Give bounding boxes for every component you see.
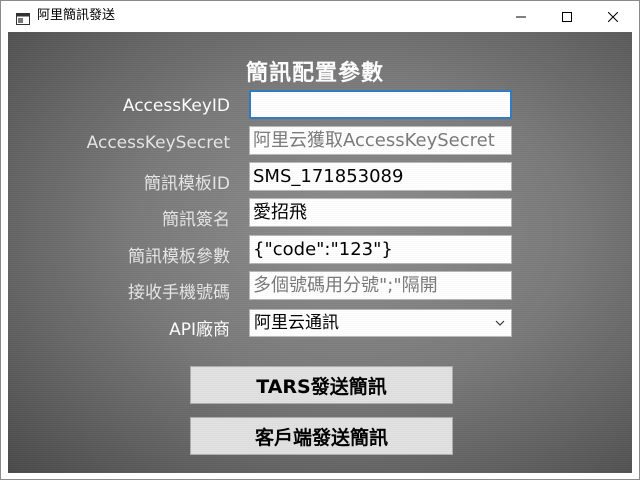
access-key-secret-label: AccessKeySecret — [86, 133, 230, 153]
template-params-label: 簡訊模板參數 — [128, 247, 230, 267]
close-icon — [608, 11, 618, 22]
form-panel: 簡訊配置參數 AccessKeyID AccessKeySecret 阿里云獲取… — [8, 32, 632, 473]
chevron-down-icon — [495, 310, 507, 336]
title-bar[interactable]: 阿里簡訊發送 — [1, 1, 639, 32]
minimize-button[interactable] — [498, 1, 544, 32]
access-key-secret-input[interactable]: 阿里云獲取AccessKeySecret — [249, 126, 512, 155]
tars-send-button[interactable]: TARS發送簡訊 — [190, 366, 453, 404]
sms-signature-label: 簡訊簽名 — [162, 210, 230, 230]
client-send-button[interactable]: 客戶端發送簡訊 — [190, 417, 453, 455]
template-params-input[interactable]: {"code":"123"} — [249, 235, 512, 264]
sms-signature-input[interactable]: 愛招飛 — [249, 198, 512, 227]
maximize-icon — [562, 11, 572, 22]
maximize-button[interactable] — [544, 1, 590, 32]
api-vendor-selected: 阿里云通訊 — [254, 313, 339, 333]
template-id-label: 簡訊模板ID — [143, 174, 230, 194]
access-key-id-input[interactable] — [249, 90, 512, 119]
api-vendor-select[interactable]: 阿里云通訊 — [249, 309, 512, 337]
template-id-input[interactable]: SMS_171853089 — [249, 162, 512, 191]
app-window: 阿里簡訊發送 簡訊配置參數 AccessKeyID AccessKeySecre… — [0, 0, 640, 480]
window-title: 阿里簡訊發送 — [37, 8, 116, 23]
api-vendor-label: API廠商 — [169, 320, 230, 340]
close-button[interactable] — [590, 1, 636, 32]
app-window-icon — [16, 10, 30, 25]
form-heading: 簡訊配置參數 — [246, 61, 385, 86]
phone-numbers-input[interactable]: 多個號碼用分號";"隔開 — [249, 271, 512, 300]
access-key-id-label: AccessKeyID — [122, 96, 230, 116]
phone-numbers-label: 接收手機號碼 — [128, 283, 230, 303]
minimize-icon — [516, 16, 526, 17]
